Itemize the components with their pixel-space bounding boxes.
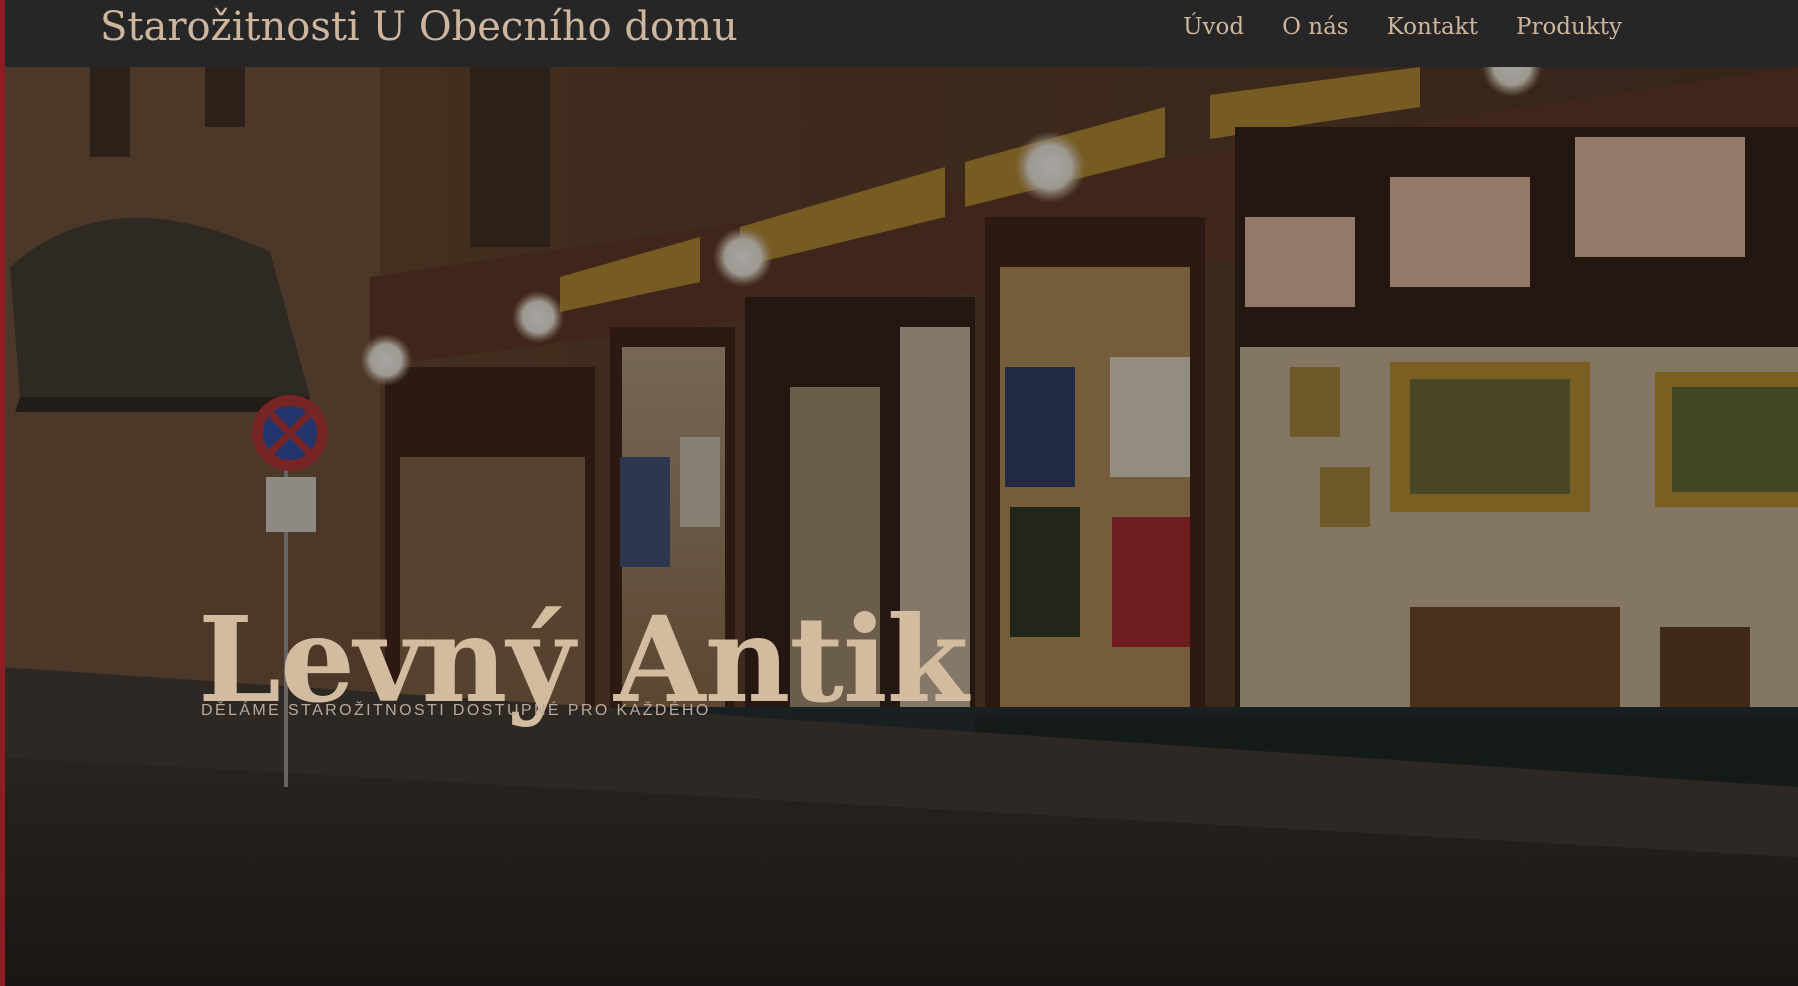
nav-link-o-nas[interactable]: O nás xyxy=(1282,14,1349,40)
hero-section: Levný Antik DĚLÁME STAROŽITNOSTI DOSTUPN… xyxy=(0,67,1798,986)
nav-link-kontakt[interactable]: Kontakt xyxy=(1387,14,1478,40)
nav-link-uvod[interactable]: Úvod xyxy=(1183,14,1244,40)
left-edge-accent xyxy=(0,0,5,986)
brand-title[interactable]: Starožitnosti U Obecního domu xyxy=(100,0,738,54)
main-nav: Úvod O nás Kontakt Produkty xyxy=(1183,0,1622,54)
page: Starožitnosti U Obecního domu Úvod O nás… xyxy=(0,0,1798,986)
top-navbar: Starožitnosti U Obecního domu Úvod O nás… xyxy=(0,0,1798,67)
hero-subtitle: DĚLÁME STAROŽITNOSTI DOSTUPNÉ PRO KAŽDÉH… xyxy=(201,702,711,719)
hero-dark-overlay xyxy=(0,67,1798,986)
nav-link-produkty[interactable]: Produkty xyxy=(1516,14,1622,40)
